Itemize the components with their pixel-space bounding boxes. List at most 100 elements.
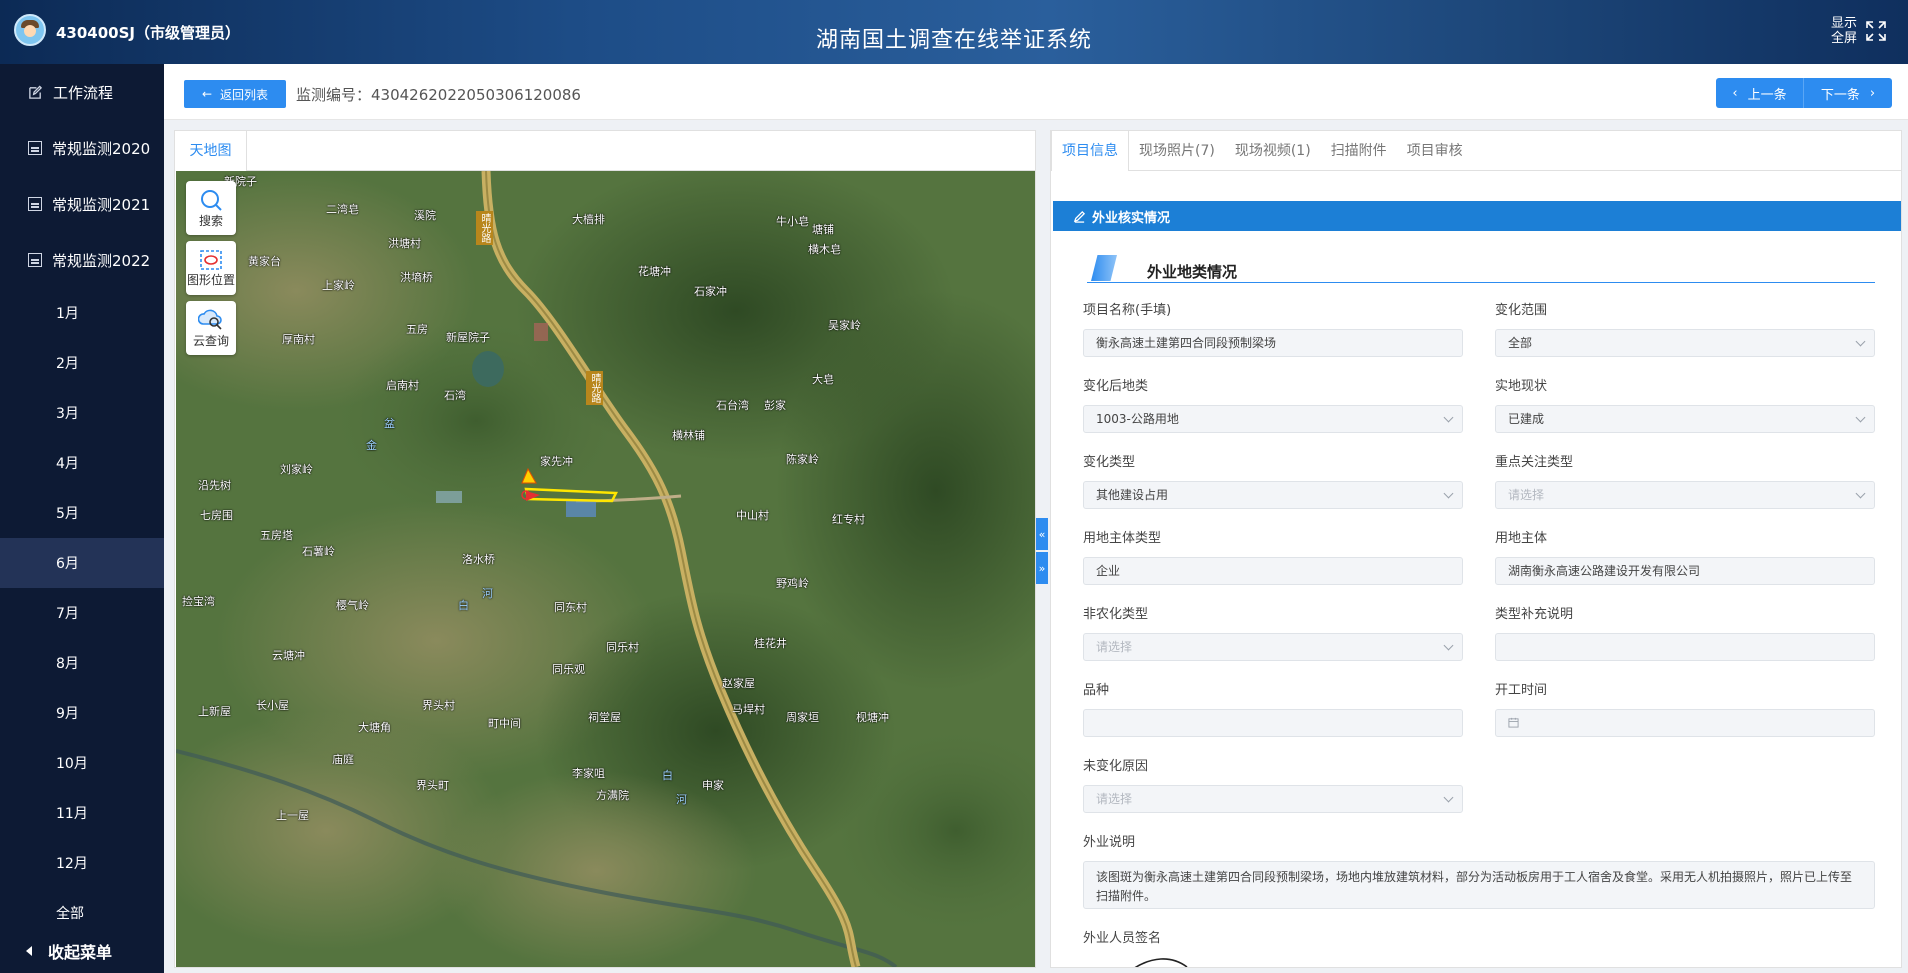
place-label: 界头村: [422, 699, 455, 712]
owner-type-input[interactable]: 企业: [1083, 557, 1463, 585]
expand-icon: [1866, 21, 1886, 41]
change-type-select[interactable]: 其他建设占用: [1083, 481, 1463, 509]
prev-record-button[interactable]: ‹ 上一条: [1716, 78, 1804, 108]
detail-tabs: 项目信息 现场照片(7) 现场视频(1) 扫描附件 项目审核: [1051, 131, 1901, 171]
sidebar-item-monitor-2022[interactable]: 常规监测2022: [0, 232, 164, 288]
signature-label: 外业人员签名: [1083, 931, 1162, 946]
sidebar-month-7[interactable]: 7月: [0, 588, 164, 638]
sidebar-item-monitor-2021[interactable]: 常规监测2021: [0, 176, 164, 232]
place-label: 长小屋: [256, 699, 289, 712]
back-to-list-button[interactable]: ← 返回列表: [184, 80, 286, 108]
sidebar-month-2[interactable]: 2月: [0, 338, 164, 388]
unchanged-reason-select[interactable]: 请选择: [1083, 785, 1463, 813]
land-after-label: 变化后地类: [1083, 379, 1149, 394]
field-note-textarea[interactable]: 该图斑为衡永高速土建第四合同段预制梁场，场地内堆放建筑材料，部分为活动板房用于工…: [1083, 861, 1875, 909]
actual-status-select[interactable]: 已建成: [1495, 405, 1875, 433]
owner-input[interactable]: 湖南衡永高速公路建设开发有限公司: [1495, 557, 1875, 585]
signature-image: [1134, 958, 1188, 967]
select-placeholder: 请选择: [1508, 488, 1545, 502]
collapse-menu-button[interactable]: 收起菜单: [0, 929, 164, 973]
place-label: 町中间: [488, 717, 521, 730]
project-name-input[interactable]: 衡永高速土建第四合同段预制梁场: [1083, 329, 1463, 357]
collapse-right-toggle[interactable]: »: [1036, 552, 1048, 584]
sidebar-month-11[interactable]: 11月: [0, 788, 164, 838]
focus-type-select[interactable]: 请选择: [1495, 481, 1875, 509]
month-label: 5月: [56, 506, 79, 522]
chevron-down-icon: [1855, 412, 1866, 423]
sidebar-item-workflow[interactable]: 工作流程: [0, 64, 164, 120]
shape-location-button[interactable]: 图形位置: [186, 241, 236, 295]
tab-project-info[interactable]: 项目信息: [1051, 131, 1129, 171]
sidebar-month-1[interactable]: 1月: [0, 288, 164, 338]
water-label: 白: [458, 599, 469, 612]
place-label: 同乐村: [606, 641, 639, 654]
calendar-icon: [1508, 717, 1519, 728]
app-title: 湖南国土调查在线举证系统: [815, 28, 1092, 53]
monitor-number: 监测编号：430426202205030612008​6: [296, 86, 581, 104]
caret-left-icon: [26, 946, 32, 956]
water-label: 河: [676, 793, 687, 806]
owner-type-label: 用地主体类型: [1083, 531, 1162, 546]
place-label: 新屋院子: [446, 331, 490, 344]
place-label: 五房: [406, 323, 428, 336]
satellite-map[interactable]: 晴光路 晴光路 新院子 二湾皂 溪院 大樯排 牛小皂 塘铺 横木皂 黄家台 洪塘…: [176, 171, 1035, 967]
place-label: 彭家: [764, 399, 786, 412]
sidebar-month-6[interactable]: 6月: [0, 538, 164, 588]
type-note-input[interactable]: [1495, 633, 1875, 661]
document-icon: [28, 141, 42, 155]
chevron-right-icon: ›: [1869, 85, 1876, 101]
sidebar-item-label: 常规监测2020: [52, 139, 151, 158]
map-search-button[interactable]: 搜索: [186, 181, 236, 235]
land-after-select[interactable]: 1003-公路用地: [1083, 405, 1463, 433]
place-label: 石台湾: [716, 399, 749, 412]
place-label: 界头町: [416, 779, 449, 792]
select-value: 其他建设占用: [1096, 488, 1169, 502]
place-label: 祠堂屋: [588, 711, 621, 724]
tool-label: 搜索: [198, 213, 223, 228]
cloud-query-button[interactable]: 云查询: [186, 301, 236, 355]
place-label: 大皂: [812, 373, 834, 386]
place-label: 桂花井: [754, 637, 787, 650]
document-icon: [28, 253, 42, 267]
nonagri-type-select[interactable]: 请选择: [1083, 633, 1463, 661]
water-label: 金: [366, 439, 377, 452]
sidebar-month-3[interactable]: 3月: [0, 388, 164, 438]
prev-label: 上一条: [1747, 87, 1787, 103]
sidebar-month-10[interactable]: 10月: [0, 738, 164, 788]
tab-project-review[interactable]: 项目审核: [1397, 131, 1473, 171]
month-label: 4月: [56, 456, 79, 472]
tab-site-photos[interactable]: 现场照片(7): [1129, 131, 1225, 171]
place-label: 花塘冲: [638, 265, 671, 278]
next-record-button[interactable]: 下一条 ›: [1804, 78, 1892, 108]
sidebar-item-monitor-2020[interactable]: 常规监测2020: [0, 120, 164, 176]
shape-location-icon: [200, 249, 222, 270]
month-label: 6月: [56, 556, 79, 572]
place-label: 马垾村: [732, 703, 765, 716]
place-label: 大樯排: [572, 213, 605, 226]
map-tabbar: [175, 131, 1035, 171]
collapse-left-toggle[interactable]: «: [1036, 518, 1048, 550]
tool-label: 图形位置: [186, 272, 235, 287]
toolbar: ← 返回列表 监测编号：430426202205030612008​6 ‹ 上一条…: [164, 64, 1908, 120]
change-scope-select[interactable]: 全部: [1495, 329, 1875, 357]
sidebar-month-5[interactable]: 5月: [0, 488, 164, 538]
double-chevron-left-icon: «: [1038, 527, 1046, 541]
field-note-label: 外业说明: [1083, 835, 1136, 850]
fullscreen-button[interactable]: 显示全屏: [1830, 16, 1888, 46]
focus-type-label: 重点关注类型: [1495, 455, 1574, 470]
tab-tianditu[interactable]: 天地图: [175, 131, 247, 171]
month-label: 9月: [56, 706, 79, 722]
water-label: 河: [482, 587, 493, 600]
sidebar-month-4[interactable]: 4月: [0, 438, 164, 488]
tab-scan-attachments[interactable]: 扫描附件: [1321, 131, 1397, 171]
start-time-picker[interactable]: [1495, 709, 1875, 737]
place-label: 五房塔: [260, 529, 293, 542]
change-type-label: 变化类型: [1083, 455, 1136, 470]
tab-site-videos[interactable]: 现场视频(1): [1225, 131, 1321, 171]
month-label: 1月: [56, 306, 79, 322]
place-label: 洪墒桥: [400, 271, 433, 284]
sidebar-month-12[interactable]: 12月: [0, 838, 164, 888]
sidebar-month-8[interactable]: 8月: [0, 638, 164, 688]
variety-input[interactable]: [1083, 709, 1463, 737]
sidebar-month-9[interactable]: 9月: [0, 688, 164, 738]
